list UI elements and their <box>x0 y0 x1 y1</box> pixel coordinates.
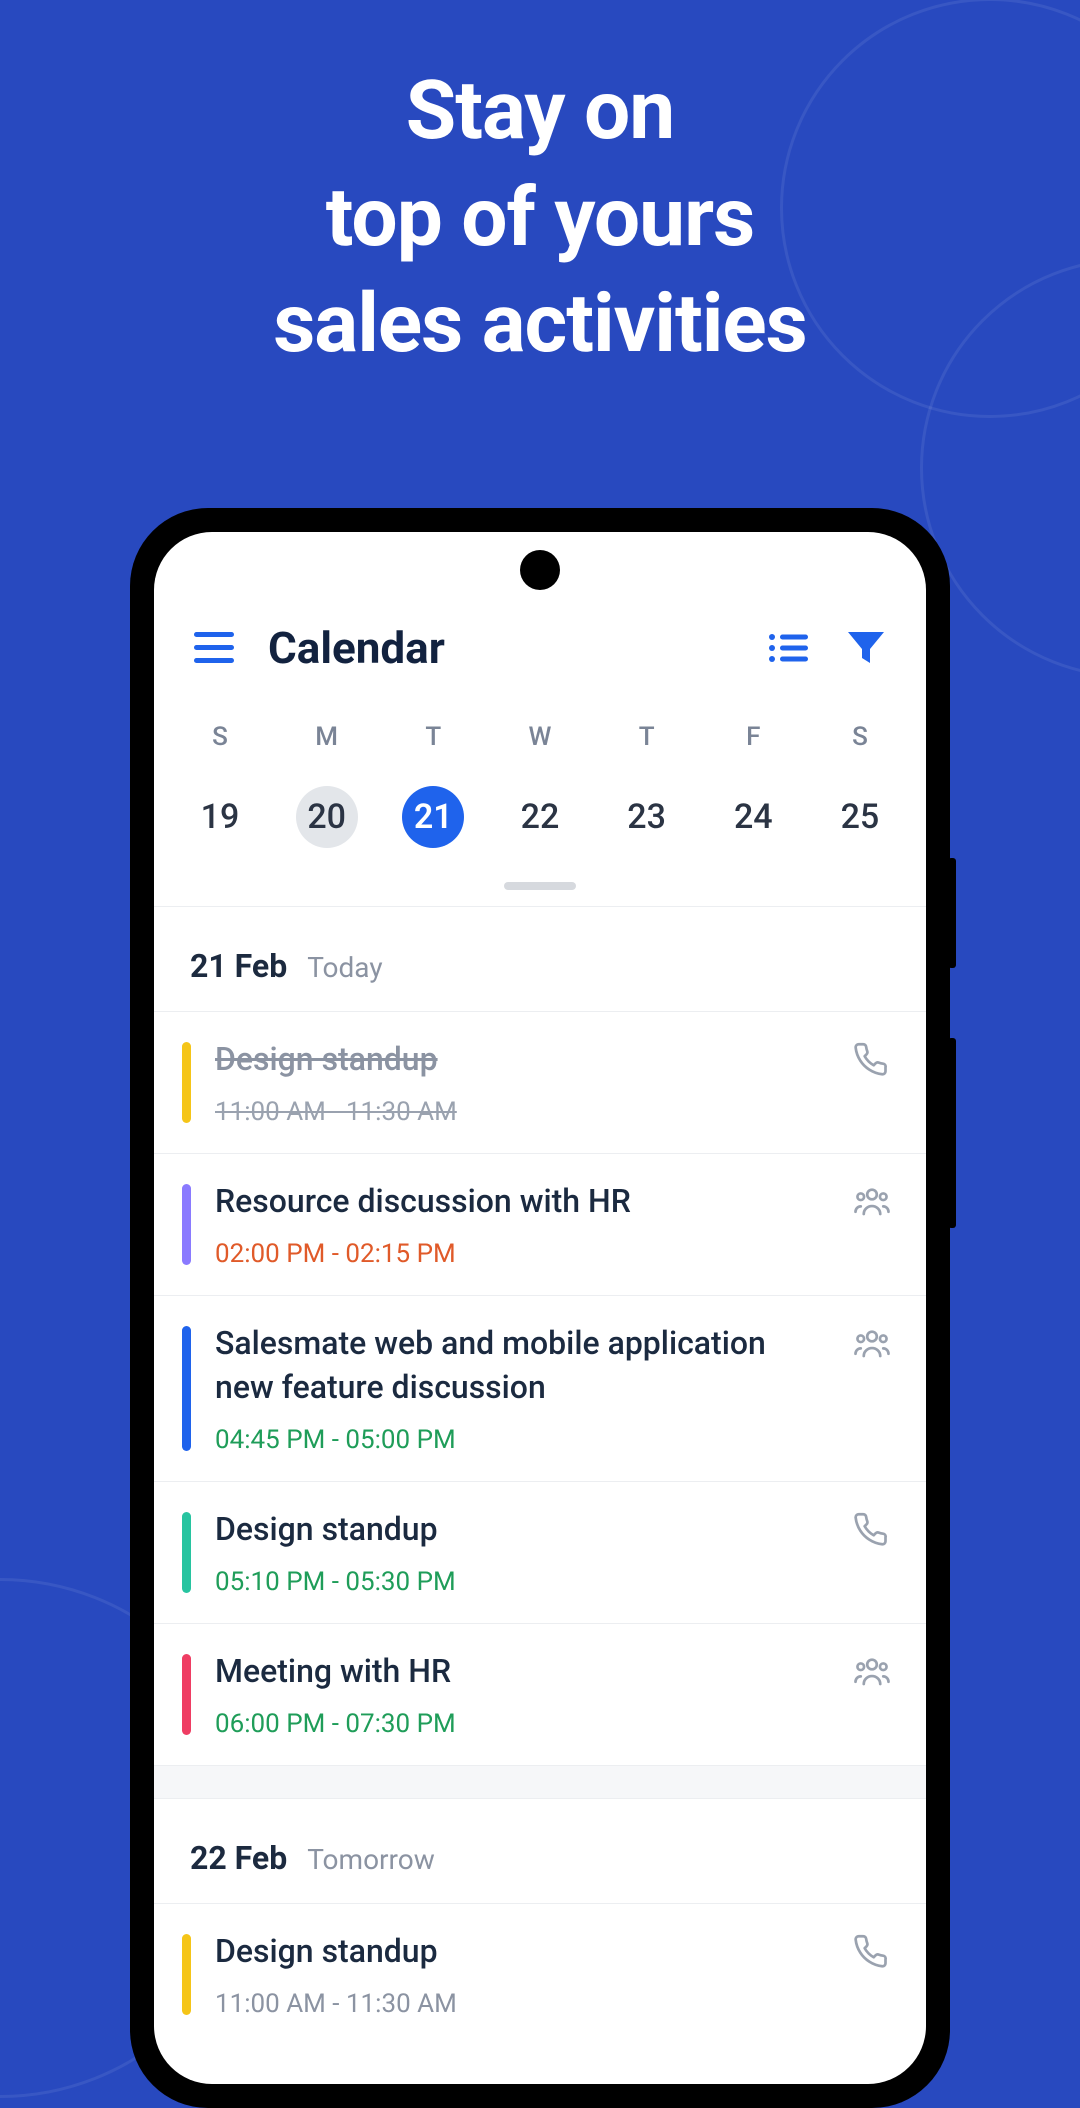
event-title: Design standup <box>215 1508 830 1551</box>
view-list-button[interactable] <box>764 624 812 672</box>
event-color-bar <box>182 1512 191 1593</box>
day-letter: S <box>212 722 228 752</box>
phone-icon <box>854 1934 890 1974</box>
event-time: 04:45 PM - 05:00 PM <box>215 1425 830 1455</box>
hamburger-icon <box>194 632 234 664</box>
phone-icon <box>854 1042 890 1082</box>
day-letter: F <box>746 722 760 752</box>
event-row[interactable]: Design standup 11:00 AM - 11:30 AM <box>154 1904 926 2045</box>
event-time: 11:00 AM - 11:30 AM <box>215 1097 830 1127</box>
day-number[interactable]: 21 <box>402 786 464 848</box>
day-column[interactable]: S 25 <box>822 722 898 848</box>
page-title: Calendar <box>268 622 734 674</box>
event-time: 11:00 AM - 11:30 AM <box>215 1989 830 2019</box>
people-icon <box>854 1326 890 1366</box>
event-color-bar <box>182 1934 191 2015</box>
event-title: Resource discussion with HR <box>215 1180 830 1223</box>
event-title: Design standup <box>215 1930 830 1973</box>
event-color-bar <box>182 1654 191 1735</box>
day-column[interactable]: M 20 <box>289 722 365 848</box>
drag-handle[interactable] <box>504 882 576 890</box>
event-row[interactable]: Salesmate web and mobile application new… <box>154 1296 926 1480</box>
event-color-bar <box>182 1326 191 1450</box>
event-row[interactable]: Meeting with HR 06:00 PM - 07:30 PM <box>154 1624 926 1765</box>
event-row[interactable]: Design standup 11:00 AM - 11:30 AM <box>154 1012 926 1153</box>
day-number[interactable]: 22 <box>509 786 571 848</box>
section-header: 21 Feb Today <box>154 907 926 1011</box>
section-relative: Tomorrow <box>307 1843 435 1876</box>
event-title: Design standup <box>215 1038 830 1081</box>
event-row[interactable]: Design standup 05:10 PM - 05:30 PM <box>154 1482 926 1623</box>
people-icon <box>854 1654 890 1694</box>
event-row[interactable]: Resource discussion with HR 02:00 PM - 02… <box>154 1154 926 1295</box>
section-header: 22 Feb Tomorrow <box>154 1799 926 1903</box>
event-time: 02:00 PM - 02:15 PM <box>215 1239 830 1269</box>
event-title: Salesmate web and mobile application new… <box>215 1322 830 1408</box>
phone-screen: Calendar S 19 M 20 T 21 W 22 T 23 F 24 S 25 21 Feb Tod… <box>154 532 926 2084</box>
section-relative: Today <box>307 951 382 984</box>
event-time: 06:00 PM - 07:30 PM <box>215 1709 830 1739</box>
day-letter: T <box>425 722 441 752</box>
day-letter: W <box>529 722 552 752</box>
phone-frame: Calendar S 19 M 20 T 21 W 22 T 23 F 24 S 25 21 Feb Tod… <box>130 508 950 2108</box>
day-column[interactable]: F 24 <box>715 722 791 848</box>
event-time: 05:10 PM - 05:30 PM <box>215 1567 830 1597</box>
day-column[interactable]: T 23 <box>609 722 685 848</box>
event-color-bar <box>182 1184 191 1265</box>
day-column[interactable]: S 19 <box>182 722 258 848</box>
day-column[interactable]: W 22 <box>502 722 578 848</box>
day-number[interactable]: 23 <box>616 786 678 848</box>
list-icon <box>768 633 808 663</box>
day-letter: T <box>639 722 655 752</box>
day-number[interactable]: 20 <box>296 786 358 848</box>
week-strip[interactable]: S 19 M 20 T 21 W 22 T 23 F 24 S 25 <box>154 674 926 848</box>
phone-icon <box>854 1512 890 1552</box>
event-title: Meeting with HR <box>215 1650 830 1693</box>
filter-icon <box>847 630 885 666</box>
section-date: 21 Feb <box>190 947 287 985</box>
day-column[interactable]: T 21 <box>395 722 471 848</box>
filter-button[interactable] <box>842 624 890 672</box>
day-letter: S <box>852 722 868 752</box>
menu-button[interactable] <box>190 624 238 672</box>
people-icon <box>854 1184 890 1224</box>
day-number[interactable]: 25 <box>829 786 891 848</box>
day-number[interactable]: 24 <box>722 786 784 848</box>
section-date: 22 Feb <box>190 1839 287 1877</box>
day-number[interactable]: 19 <box>189 786 251 848</box>
event-color-bar <box>182 1042 191 1123</box>
day-letter: M <box>315 722 338 752</box>
